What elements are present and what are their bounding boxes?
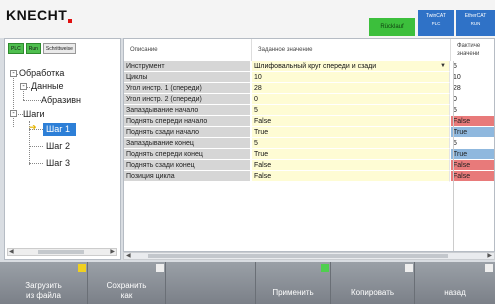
table-row: Инструмент Шлифовальный круг спереди и сз… <box>124 61 494 72</box>
tool-select[interactable]: Шлифовальный круг спереди и сзади ▼ <box>252 61 450 72</box>
chevron-left-icon[interactable]: ◀ <box>9 249 14 255</box>
table-row: Циклы 10 10 <box>124 72 494 83</box>
actual-value: False <box>451 160 494 171</box>
parameter-name: Поднять спереди конец <box>124 149 251 160</box>
save-as-button[interactable]: Сохранить как <box>88 262 166 304</box>
actual-value: False <box>451 116 494 127</box>
arrow-right-icon: ➔ <box>29 122 37 132</box>
back-button[interactable]: назад <box>415 262 495 304</box>
parameter-name: Запаздывание конец <box>124 138 251 149</box>
twincat-status: TwinCAT PLC <box>418 10 454 36</box>
knecht-logo: KNECHT <box>6 7 73 23</box>
parameter-name: Поднять сзади конец <box>124 160 251 171</box>
back-icon <box>485 264 493 272</box>
run-button[interactable]: Run <box>25 43 41 54</box>
tree-item-abrasive[interactable]: Абразивн <box>41 94 81 107</box>
parameter-name: Циклы <box>124 72 251 83</box>
actual-value: True <box>451 149 494 160</box>
parameter-name: Запаздывание начало <box>124 105 251 116</box>
column-header-actual: Фактиче значени <box>451 39 494 61</box>
actual-value: 5 <box>451 105 494 116</box>
table-row: Поднять сзади конец False False <box>124 160 494 171</box>
collapse-icon[interactable]: - <box>10 110 17 117</box>
parameter-name: Угол инстр. 2 (спереди) <box>124 94 251 105</box>
collapse-icon[interactable]: - <box>20 83 27 90</box>
actual-value: 5 <box>451 61 494 72</box>
setpoint-value[interactable]: False <box>252 171 450 182</box>
actual-value: 10 <box>451 72 494 83</box>
setpoint-value[interactable]: 28 <box>252 83 450 94</box>
table-scrollbar[interactable]: ◀ ▶ <box>123 252 495 260</box>
table-row: Поднять спереди начало False False <box>124 116 494 127</box>
setpoint-value[interactable]: False <box>252 160 450 171</box>
actual-value: True <box>451 127 494 138</box>
column-header-description: Описание <box>124 39 252 61</box>
load-from-file-button[interactable]: Загрузить из файла <box>0 262 88 304</box>
check-icon <box>321 264 329 272</box>
actual-value: 28 <box>451 83 494 94</box>
tree-item-step-1[interactable]: Шаг 1 <box>43 123 77 136</box>
actual-value: 0 <box>451 94 494 105</box>
parameter-name: Инструмент <box>124 61 251 72</box>
tree-item-step-2[interactable]: Шаг 2 <box>46 140 70 153</box>
column-header-setpoint: Заданное значение <box>252 39 451 61</box>
tree-item-processing[interactable]: Обработка <box>19 67 64 80</box>
top-bar: KNECHT Rücklauf TwinCAT PLC EtherCAT RUN <box>0 0 495 38</box>
copy-button[interactable]: Копировать <box>331 262 415 304</box>
empty-button[interactable] <box>166 262 256 304</box>
chevron-down-icon[interactable]: ▼ <box>440 61 446 71</box>
status-indicator: Rücklauf <box>369 18 415 36</box>
setpoint-value[interactable]: True <box>252 127 450 138</box>
parameter-name: Позиция цикла <box>124 171 251 182</box>
table-row: Позиция цикла False False <box>124 171 494 182</box>
parameter-name: Поднять спереди начало <box>124 116 251 127</box>
save-icon <box>156 264 164 272</box>
tree-item-data[interactable]: Данные <box>31 80 64 93</box>
step-mode-button[interactable]: Schrittweise <box>42 43 76 54</box>
navigation-panel: PLC Run Schrittweise - Обработка - Данны… <box>4 38 121 260</box>
setpoint-value[interactable]: 10 <box>252 72 450 83</box>
table-row: Угол инстр. 1 (спереди) 28 28 <box>124 83 494 94</box>
apply-button[interactable]: Применить <box>256 262 331 304</box>
table-row: Поднять спереди конец True True <box>124 149 494 160</box>
table-row: Запаздывание конец 5 5 <box>124 138 494 149</box>
setpoint-value[interactable]: False <box>252 116 450 127</box>
chevron-right-icon[interactable]: ▶ <box>487 253 492 259</box>
folder-icon <box>78 264 86 272</box>
parameter-name: Поднять сзади начало <box>124 127 251 138</box>
setpoint-value[interactable]: 0 <box>252 94 450 105</box>
table-row: Угол инстр. 2 (спереди) 0 0 <box>124 94 494 105</box>
parameter-name: Угол инстр. 1 (спереди) <box>124 83 251 94</box>
tree-item-step-3[interactable]: Шаг 3 <box>46 157 70 170</box>
parameters-table: Описание Заданное значение Фактиче значен… <box>123 38 495 252</box>
table-row: Поднять сзади начало True True <box>124 127 494 138</box>
bottom-toolbar: Загрузить из файла Сохранить как Примени… <box>0 262 495 304</box>
actual-value: 5 <box>451 138 494 149</box>
actual-value: False <box>451 171 494 182</box>
ethercat-status: EtherCAT RUN <box>456 10 495 36</box>
setpoint-value[interactable]: True <box>252 149 450 160</box>
collapse-icon[interactable]: - <box>10 70 17 77</box>
tree-item-steps[interactable]: Шаги <box>23 108 45 121</box>
table-row: Запаздывание начало 5 5 <box>124 105 494 116</box>
chevron-right-icon[interactable]: ▶ <box>110 249 115 255</box>
chevron-left-icon[interactable]: ◀ <box>126 253 131 259</box>
tree-scrollbar[interactable]: ◀ ▶ <box>7 248 117 256</box>
setpoint-value[interactable]: 5 <box>252 105 450 116</box>
plc-button[interactable]: PLC <box>8 43 24 54</box>
tree-toolbar: PLC Run Schrittweise <box>8 43 76 54</box>
copy-icon <box>405 264 413 272</box>
setpoint-value[interactable]: 5 <box>252 138 450 149</box>
